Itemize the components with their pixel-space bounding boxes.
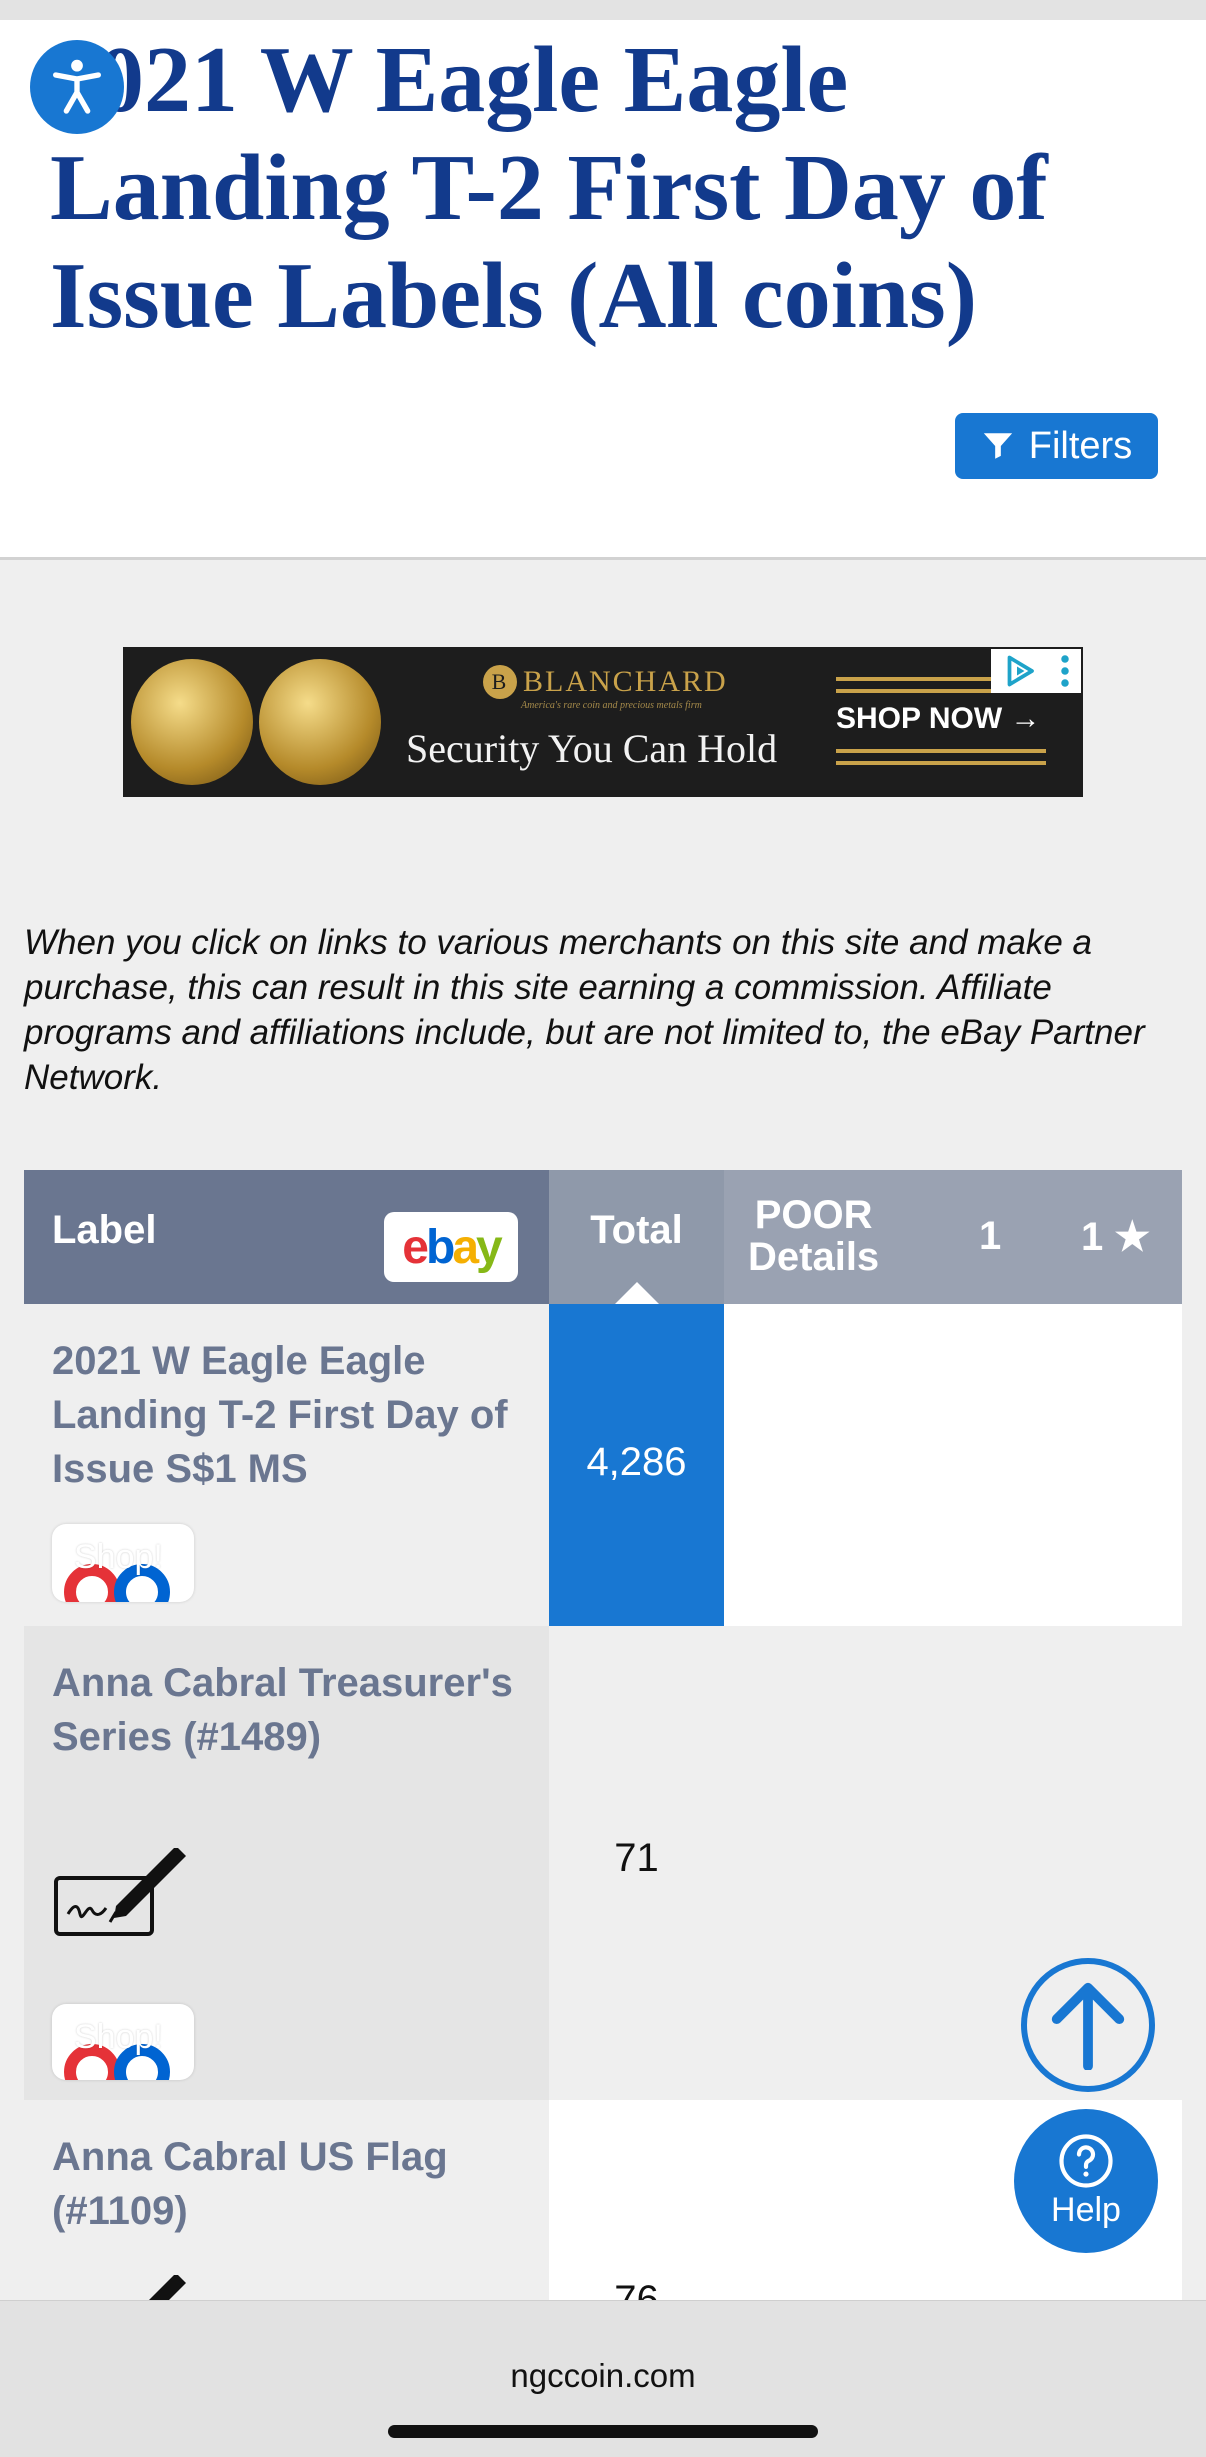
column-header-grade-1-star[interactable]: 1 ★ bbox=[1081, 1214, 1150, 1260]
row-total-cell[interactable]: 76 bbox=[549, 2100, 724, 2322]
row-total-value: 4,286 bbox=[586, 1440, 687, 1484]
affiliate-disclaimer: When you click on links to various merch… bbox=[24, 923, 1145, 1097]
sort-caret-icon bbox=[615, 1282, 659, 1304]
population-table: Label ebay Total POOR Details 1 1 ★ 2021… bbox=[24, 1170, 1182, 2345]
table-row: Anna Cabral US Flag (#1109) 76 bbox=[24, 2100, 1182, 2345]
row-total-cell[interactable]: 71 bbox=[549, 1626, 724, 2100]
accessibility-button[interactable] bbox=[30, 40, 124, 134]
gold-coin-image bbox=[259, 659, 381, 785]
help-label: Help bbox=[1051, 2190, 1121, 2229]
ad-brand-subtitle: America's rare coin and precious metals … bbox=[521, 700, 702, 711]
grade-column-headers: POOR Details 1 1 ★ bbox=[724, 1170, 1182, 1304]
help-button[interactable]: Help bbox=[1014, 2109, 1158, 2253]
shop-label: Shop! bbox=[74, 1538, 163, 1576]
poor-line: POOR bbox=[754, 1193, 873, 1237]
ad-banner[interactable]: B BLANCHARD America's rare coin and prec… bbox=[123, 647, 1083, 797]
row-total-value: 71 bbox=[614, 1836, 659, 1880]
row-grade-cells bbox=[724, 1304, 1182, 1626]
ad-divider bbox=[836, 749, 1046, 753]
table-row: 2021 W Eagle Eagle Landing T-2 First Day… bbox=[24, 1304, 1182, 1626]
filter-icon bbox=[983, 433, 1012, 459]
ad-brand: B BLANCHARD bbox=[483, 665, 728, 699]
ad-shop-now-button[interactable]: SHOP NOW → bbox=[836, 702, 1040, 736]
column-header-label[interactable]: Label ebay bbox=[24, 1170, 549, 1304]
row-title-link[interactable]: Anna Cabral US Flag (#1109) bbox=[52, 2130, 532, 2238]
row-label-cell: Anna Cabral Treasurer's Series (#1489) S… bbox=[24, 1626, 549, 2100]
page-title: 2021 W Eagle Eagle Landing T-2 First Day… bbox=[50, 28, 1048, 348]
accessibility-icon bbox=[53, 59, 101, 114]
ebay-shop-button[interactable]: Shop! bbox=[52, 1524, 194, 1602]
column-header-grade-1[interactable]: 1 bbox=[979, 1214, 1001, 1259]
row-label-cell: 2021 W Eagle Eagle Landing T-2 First Day… bbox=[24, 1304, 549, 1626]
filters-label: Filters bbox=[1028, 424, 1133, 467]
question-mark-icon bbox=[1059, 2133, 1113, 2188]
row-title-link[interactable]: 2021 W Eagle Eagle Landing T-2 First Day… bbox=[52, 1334, 532, 1496]
details-line: Details bbox=[748, 1235, 880, 1279]
column-header-poor-details[interactable]: POOR Details bbox=[748, 1194, 879, 1278]
ad-divider bbox=[836, 761, 1046, 765]
scroll-to-top-button[interactable] bbox=[1021, 1958, 1155, 2092]
ebay-logo[interactable]: ebay bbox=[384, 1212, 518, 1282]
ad-choices[interactable] bbox=[991, 649, 1081, 693]
shop-label: Shop! bbox=[74, 2018, 163, 2056]
column-label-text: Label bbox=[52, 1208, 157, 1252]
ebay-shop-button[interactable]: Shop! bbox=[52, 2004, 194, 2080]
url-text[interactable]: ngccoin.com bbox=[0, 2357, 1206, 2395]
table-row: Anna Cabral Treasurer's Series (#1489) S… bbox=[24, 1626, 1182, 2100]
table-header: Label ebay Total POOR Details 1 1 ★ bbox=[24, 1170, 1182, 1304]
gold-coin-image bbox=[131, 659, 253, 785]
ad-brand-text: BLANCHARD bbox=[523, 665, 728, 698]
page-header: 2021 W Eagle Eagle Landing T-2 First Day… bbox=[0, 20, 1206, 560]
more-options-icon bbox=[1060, 655, 1069, 687]
column-total-text: Total bbox=[590, 1208, 683, 1252]
home-indicator[interactable] bbox=[388, 2425, 818, 2438]
row-label-cell: Anna Cabral US Flag (#1109) bbox=[24, 2100, 549, 2345]
row-title-link[interactable]: Anna Cabral Treasurer's Series (#1489) bbox=[52, 1656, 532, 1764]
arrow-up-icon bbox=[1051, 1982, 1125, 2070]
row-total-cell[interactable]: 4,286 bbox=[549, 1304, 724, 1626]
ad-tagline: Security You Can Hold bbox=[406, 726, 778, 771]
signature-pen-icon bbox=[54, 1848, 186, 1936]
browser-address-bar: ngccoin.com bbox=[0, 2300, 1206, 2457]
filters-button[interactable]: Filters bbox=[955, 413, 1158, 479]
ad-choices-icon bbox=[1007, 655, 1034, 687]
ad-brand-logo: B bbox=[483, 665, 517, 699]
status-strip bbox=[0, 0, 1206, 20]
column-header-total[interactable]: Total bbox=[549, 1170, 724, 1304]
